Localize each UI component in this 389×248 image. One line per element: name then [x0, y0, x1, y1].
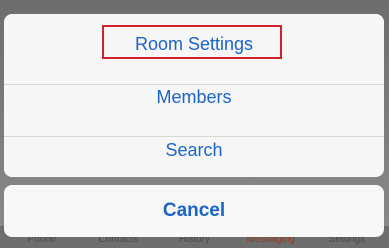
cancel-button[interactable]: Cancel [4, 185, 384, 237]
members-button[interactable]: Members [4, 70, 384, 123]
cancel-label: Cancel [162, 200, 226, 221]
search-label: Search [165, 140, 223, 160]
search-button[interactable]: Search [4, 123, 384, 177]
room-settings-button[interactable]: Room Settings [4, 18, 384, 70]
members-label: Members [156, 86, 232, 107]
room-settings-label: Room Settings [134, 34, 254, 54]
action-sheet-options: Room Settings Members Search [4, 14, 384, 177]
